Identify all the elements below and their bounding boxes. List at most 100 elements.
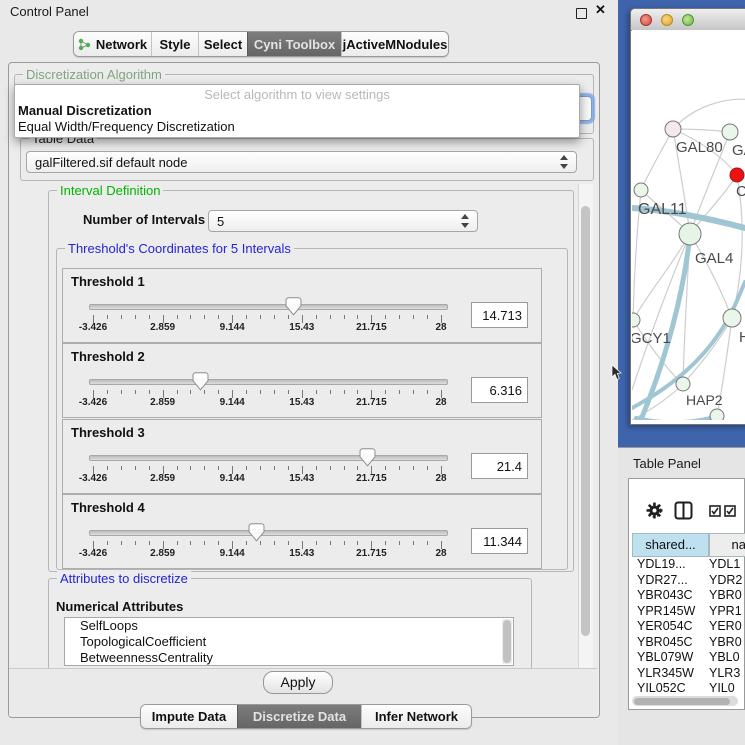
control-panel-tabs: Network Style Select Cyni Toolbox jActiv… <box>73 31 449 57</box>
network-window-titlebar[interactable] <box>631 9 745 31</box>
table-data-combo[interactable]: galFiltered.sif default node <box>26 151 577 173</box>
node-red[interactable] <box>730 168 744 182</box>
node-gcy1[interactable] <box>632 313 640 327</box>
node-gal4[interactable] <box>679 223 701 245</box>
popup-item-manual-discretization[interactable]: Manual Discretization <box>18 103 152 118</box>
network-edge[interactable] <box>641 129 673 190</box>
tab-impute-data[interactable]: Impute Data <box>141 705 237 728</box>
threshold-label: Threshold 2 <box>71 349 145 364</box>
tab-discretize-data-label: Discretize Data <box>253 709 346 724</box>
threshold-slider-track[interactable] <box>89 304 448 310</box>
slider-tick <box>246 390 247 394</box>
slider-tick <box>107 466 108 470</box>
tab-infer-network[interactable]: Infer Network <box>361 705 471 728</box>
attribute-list-item[interactable]: SelfLoops <box>65 618 513 634</box>
tab-cyni-toolbox[interactable]: Cyni Toolbox <box>247 32 341 56</box>
table-row[interactable]: YDL19...YDL1 <box>632 557 744 573</box>
attribute-list-item[interactable]: TopologicalCoefficient <box>65 634 513 650</box>
slider-scale-label: -3.426 <box>63 322 123 333</box>
tab-network[interactable]: Network <box>74 32 151 56</box>
network-edge[interactable] <box>673 129 730 132</box>
node-label-h: H <box>739 329 745 346</box>
slider-tick <box>135 315 136 319</box>
slider-tick <box>121 541 122 545</box>
slider-scale-label: -3.426 <box>63 397 123 408</box>
slider-scale-label: 21.715 <box>341 322 401 333</box>
table-row[interactable]: YDR27...YDR2 <box>632 573 744 589</box>
table-row[interactable]: YBR045CYBR0 <box>632 635 744 651</box>
panel-scrollbar-thumb[interactable] <box>581 206 590 636</box>
threshold-value-field[interactable]: 11.344 <box>471 528 528 554</box>
numerical-attributes-list[interactable]: SelfLoopsTopologicalCoefficientBetweenne… <box>64 617 514 666</box>
network-edge-highlighted[interactable] <box>640 234 690 420</box>
threshold-value-field[interactable]: 6.316 <box>471 377 528 403</box>
table-row[interactable]: YIL052CYIL0 <box>632 681 744 695</box>
node-gal80[interactable] <box>665 121 681 137</box>
network-canvas[interactable]: GAL80GACGAL11GAL4GCY1HHAP2 <box>632 30 745 420</box>
node-h[interactable] <box>723 309 741 327</box>
number-of-intervals-combo[interactable]: 5 <box>208 210 478 232</box>
list-scrollbar[interactable] <box>502 619 512 664</box>
close-icon[interactable]: ✕ <box>595 2 606 18</box>
slider-tick <box>288 466 289 470</box>
threshold-value-field[interactable]: 21.4 <box>471 453 528 479</box>
slider-tick <box>190 315 191 319</box>
split-column-icon[interactable] <box>674 501 693 520</box>
slider-tick <box>121 390 122 394</box>
close-traffic-light-icon[interactable] <box>640 14 652 26</box>
threshold-slider-thumb[interactable] <box>248 523 265 542</box>
tab-jactivemnodules[interactable]: jActiveMNodules <box>341 32 448 56</box>
attribute-list-item[interactable]: BetweennessCentrality <box>65 650 513 666</box>
gear-icon[interactable] <box>646 502 663 519</box>
column-header-shared-name[interactable]: shared... <box>632 533 709 557</box>
checkbox-checked-icon[interactable] <box>724 505 736 517</box>
node-bottom[interactable] <box>710 409 724 420</box>
panel-scrollbar[interactable] <box>578 184 593 668</box>
threshold-value-field[interactable]: 14.713 <box>471 302 528 328</box>
threshold-panels: Threshold 1-3.4262.8599.14415.4321.71528… <box>62 268 540 568</box>
threshold-slider-thumb[interactable] <box>285 297 302 316</box>
tab-style[interactable]: Style <box>151 32 198 56</box>
network-edge-highlighted[interactable] <box>636 416 717 420</box>
column-header-name[interactable]: na <box>709 533 745 557</box>
minimize-traffic-light-icon[interactable] <box>661 14 673 26</box>
apply-button[interactable]: Apply <box>263 671 333 694</box>
node-top-right[interactable] <box>722 124 738 140</box>
tab-cyni-toolbox-label: Cyni Toolbox <box>254 37 335 52</box>
table-hscrollbar[interactable] <box>632 696 738 706</box>
tab-select-label: Select <box>204 37 242 52</box>
table-row[interactable]: YBR043CYBR0 <box>632 588 744 604</box>
slider-tick <box>344 315 345 319</box>
slider-tick <box>427 466 428 470</box>
cell-name: YER0 <box>709 619 742 633</box>
combo-stepper-icon <box>461 214 470 228</box>
table-row[interactable]: YBL079WYBL0 <box>632 650 744 666</box>
threshold-slider-thumb[interactable] <box>359 448 376 467</box>
zoom-traffic-light-icon[interactable] <box>682 14 694 26</box>
threshold-slider-track[interactable] <box>89 530 448 536</box>
slider-tick <box>107 541 108 545</box>
tab-select[interactable]: Select <box>198 32 247 56</box>
node-gal11[interactable] <box>634 183 648 197</box>
cell-shared-name: YER054C <box>637 619 693 633</box>
popup-item-equal-width[interactable]: Equal Width/Frequency Discretization <box>18 119 235 134</box>
tab-discretize-data[interactable]: Discretize Data <box>237 705 361 728</box>
table-row[interactable]: YER054C YER0 <box>632 619 744 635</box>
slider-tick <box>399 390 400 394</box>
float-window-icon[interactable] <box>576 8 587 19</box>
slider-scale-label: 2.859 <box>133 397 193 408</box>
threshold-slider-track[interactable] <box>89 455 448 461</box>
network-edge[interactable] <box>673 99 745 129</box>
checkbox-checked-icon[interactable] <box>709 505 721 517</box>
table-row[interactable]: YPR145WYPR1 <box>632 604 744 620</box>
slider-tick <box>149 390 150 394</box>
table-row[interactable]: YLR345WYLR3 <box>632 666 744 682</box>
network-edge[interactable] <box>690 234 732 318</box>
node-hap2[interactable] <box>676 377 690 391</box>
threshold-slider-thumb[interactable] <box>192 372 209 391</box>
slider-scale-label: 28 <box>411 473 471 484</box>
table-hscrollbar-thumb[interactable] <box>634 698 730 705</box>
number-of-intervals-value: 5 <box>217 214 224 229</box>
cell-shared-name: YDL19... <box>637 557 686 571</box>
threshold-slider-track[interactable] <box>89 379 448 385</box>
